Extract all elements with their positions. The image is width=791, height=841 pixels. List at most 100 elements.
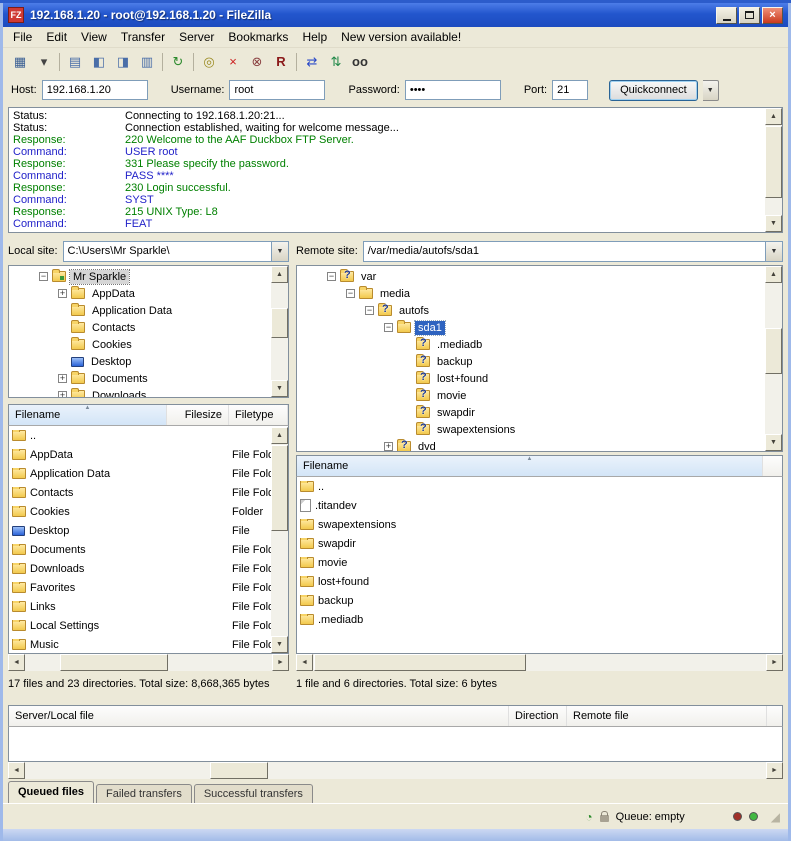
tree-item-desktop[interactable]: Desktop [9,353,288,370]
expand-icon[interactable]: + [58,374,67,383]
file-row-parent-directory[interactable]: .. [9,426,288,445]
local-site-combobox[interactable]: C:\Users\Mr Sparkle\ ▼ [63,241,289,262]
file-row-application-data[interactable]: Application DataFile Folder [9,464,288,483]
collapse-icon[interactable]: − [365,306,374,315]
file-row-favorites[interactable]: FavoritesFile Folder [9,578,288,597]
file-row-music[interactable]: MusicFile Folder [9,635,288,654]
reconnect-button[interactable]: R [269,51,293,73]
combo-dropdown-icon[interactable]: ▼ [765,242,782,261]
scroll-down-icon[interactable]: ▼ [271,380,288,397]
speed-limit-icon[interactable]: ◔ [585,811,592,823]
file-row-local-settings[interactable]: Local SettingsFile Folder [9,616,288,635]
tree-item-downloads[interactable]: +Downloads [9,387,288,398]
scroll-right-icon[interactable]: ► [272,654,289,671]
tree-item-autofs[interactable]: −?autofs [297,302,782,319]
close-button[interactable]: × [762,7,783,24]
column-header-filesize[interactable]: Filesize [167,405,229,425]
scroll-down-icon[interactable]: ▼ [765,215,782,232]
local-tree-toggle-button[interactable]: ◧ [87,51,111,73]
tree-item-mediadb[interactable]: ?.mediadb [297,336,782,353]
scroll-thumb[interactable] [271,308,288,338]
file-row-cookies[interactable]: CookiesFolder [9,502,288,521]
scroll-down-icon[interactable]: ▼ [765,434,782,451]
file-row-desktop[interactable]: DesktopFile [9,521,288,540]
menu-item-transfer[interactable]: Transfer [114,28,172,46]
file-row-downloads[interactable]: DownloadsFile Folder [9,559,288,578]
tree-item-var[interactable]: −?var [297,268,782,285]
scroll-up-icon[interactable]: ▲ [765,108,782,125]
remote-list-hscrollbar[interactable]: ◄ ► [296,654,783,671]
collapse-icon[interactable]: − [39,272,48,281]
file-row-swapdir[interactable]: swapdir [297,534,782,553]
tree-item-movie[interactable]: ?movie [297,387,782,404]
encryption-lock-icon[interactable] [600,815,609,822]
quickconnect-button[interactable]: Quickconnect [609,80,698,101]
menu-item-server[interactable]: Server [172,28,221,46]
resize-grip[interactable]: ◢ [771,810,780,824]
tree-item-documents[interactable]: +Documents [9,370,288,387]
scroll-up-icon[interactable]: ▲ [271,427,288,444]
scroll-thumb[interactable] [765,126,782,198]
menu-item-help[interactable]: Help [295,28,334,46]
collapse-icon[interactable]: − [384,323,393,332]
scroll-thumb[interactable] [271,445,288,531]
file-row-backup[interactable]: backup [297,591,782,610]
disconnect-button[interactable]: ⊗ [245,51,269,73]
site-manager-button[interactable]: ▦ [8,51,32,73]
column-header-remote-file[interactable]: Remote file [567,706,767,726]
tree-item-swapdir[interactable]: ?swapdir [297,404,782,421]
site-manager-dropdown-button[interactable]: ▾ [32,51,56,73]
tree-item-contacts[interactable]: Contacts [9,319,288,336]
column-header-server-local-file[interactable]: Server/Local file [9,706,509,726]
local-list-scrollbar[interactable]: ▲ ▼ [271,427,288,653]
password-input[interactable] [405,80,501,100]
title-bar[interactable]: FZ 192.168.1.20 - root@192.168.1.20 - Fi… [3,3,788,27]
refresh-button[interactable]: ↻ [166,51,190,73]
local-tree-scrollbar[interactable]: ▲ ▼ [271,266,288,397]
tree-item-cookies[interactable]: Cookies [9,336,288,353]
log-toggle-button[interactable]: ▤ [63,51,87,73]
collapse-icon[interactable]: − [327,272,336,281]
tree-item-dvd[interactable]: +?dvd [297,438,782,452]
find-button[interactable]: oo [348,51,372,73]
scroll-thumb[interactable] [60,654,168,671]
menu-item-view[interactable]: View [74,28,114,46]
tree-item-application-data[interactable]: Application Data [9,302,288,319]
file-row-swapextensions[interactable]: swapextensions [297,515,782,534]
file-row-contacts[interactable]: ContactsFile Folder [9,483,288,502]
username-input[interactable] [229,80,325,100]
scroll-thumb[interactable] [314,654,526,671]
scroll-down-icon[interactable]: ▼ [271,636,288,653]
scroll-left-icon[interactable]: ◄ [8,654,25,671]
column-header-filetype[interactable]: Filetype [229,405,288,425]
column-header-direction[interactable]: Direction [509,706,567,726]
expand-icon[interactable]: + [384,442,393,451]
scroll-right-icon[interactable]: ► [766,654,783,671]
expand-icon[interactable]: + [58,391,67,398]
tab-successful-transfers[interactable]: Successful transfers [194,784,313,803]
file-row-movie[interactable]: movie [297,553,782,572]
log-scrollbar[interactable]: ▲ ▼ [765,108,782,232]
scroll-right-icon[interactable]: ► [766,762,783,779]
file-row-lost-found[interactable]: lost+found [297,572,782,591]
menu-item-edit[interactable]: Edit [39,28,74,46]
tree-item-appdata[interactable]: +AppData [9,285,288,302]
file-row-mediadb[interactable]: .mediadb [297,610,782,629]
tab-failed-transfers[interactable]: Failed transfers [96,784,192,803]
tree-item-media[interactable]: −media [297,285,782,302]
cancel-button[interactable]: × [221,51,245,73]
scroll-left-icon[interactable]: ◄ [296,654,313,671]
expand-icon[interactable]: + [58,289,67,298]
column-header-filename[interactable]: Filename▲ [9,405,167,425]
quickconnect-dropdown-icon[interactable]: ▼ [703,80,719,101]
scroll-up-icon[interactable]: ▲ [765,266,782,283]
tab-queued-files[interactable]: Queued files [8,781,94,803]
column-header-filename[interactable]: Filename▲ [297,456,763,476]
tree-item-swapextensions[interactable]: ?swapextensions [297,421,782,438]
queue-hscrollbar[interactable]: ◄ ► [8,762,783,779]
tree-item-mr-sparkle[interactable]: −Mr Sparkle [9,268,288,285]
sync-browsing-button[interactable]: ⇅ [324,51,348,73]
maximize-button[interactable] [739,7,760,24]
combo-dropdown-icon[interactable]: ▼ [271,242,288,261]
local-list-hscrollbar[interactable]: ◄ ► [8,654,289,671]
